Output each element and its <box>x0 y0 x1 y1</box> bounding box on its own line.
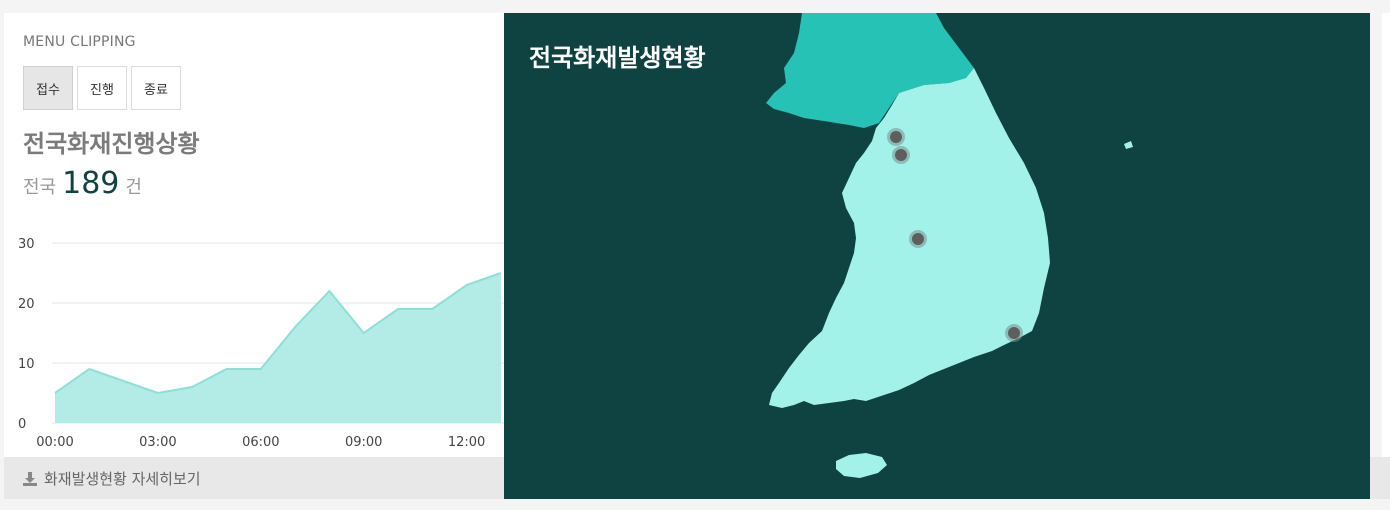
marker-2[interactable] <box>892 146 910 164</box>
data-point[interactable] <box>122 379 126 383</box>
download-icon <box>23 471 37 486</box>
count-prefix: 전국 <box>23 177 57 198</box>
data-point[interactable] <box>87 367 91 371</box>
left-panel: MENU CLIPPING 접수 진행 종료 전국화재진행상황 전국 189 건… <box>4 13 504 457</box>
marker-4[interactable] <box>1005 324 1023 342</box>
x-tick-label: 09:00 <box>345 435 382 450</box>
page-title: 전국화재진행상황 <box>23 130 200 158</box>
data-point[interactable] <box>362 331 366 335</box>
x-tick-label: 12:00 <box>448 435 485 450</box>
korea-map <box>766 13 1133 478</box>
fire-count: 전국 189 건 <box>23 166 142 201</box>
tab-received[interactable]: 접수 <box>23 66 73 110</box>
y-tick-label: 10 <box>18 357 35 372</box>
tab-closed[interactable]: 종료 <box>131 66 181 110</box>
data-point[interactable] <box>156 391 160 395</box>
tab-in-progress[interactable]: 진행 <box>77 66 127 110</box>
count-value: 189 <box>62 166 120 201</box>
data-point[interactable] <box>259 367 263 371</box>
map-islet <box>1124 141 1133 149</box>
marker-3[interactable] <box>909 230 927 248</box>
data-point[interactable] <box>499 271 503 275</box>
status-tabs: 접수 진행 종료 <box>23 66 181 110</box>
y-tick-label: 0 <box>18 417 26 432</box>
data-point[interactable] <box>53 391 57 395</box>
data-point[interactable] <box>465 283 469 287</box>
data-point[interactable] <box>327 289 331 293</box>
data-point[interactable] <box>190 385 194 389</box>
count-suffix: 건 <box>125 177 142 198</box>
data-point[interactable] <box>225 367 229 371</box>
data-point[interactable] <box>293 325 297 329</box>
data-point[interactable] <box>430 307 434 311</box>
map-panel: 전국화재발생현황 <box>504 13 1370 499</box>
x-tick-label: 00:00 <box>36 435 73 450</box>
fire-area-chart: 0 10 20 30 00:00 03:00 06:00 09:00 12:00 <box>18 237 504 450</box>
y-tick-label: 20 <box>18 297 35 312</box>
data-point[interactable] <box>396 307 400 311</box>
right-edge-strip <box>1382 13 1390 457</box>
map-island-jeju <box>836 453 887 478</box>
x-tick-label: 03:00 <box>139 435 176 450</box>
detail-link[interactable]: 화재발생현황 자세히보기 <box>22 468 201 489</box>
marker-1[interactable] <box>887 128 905 146</box>
y-tick-label: 30 <box>18 237 35 252</box>
detail-link-label: 화재발생현황 자세히보기 <box>44 470 201 488</box>
x-tick-label: 06:00 <box>242 435 279 450</box>
menu-title: MENU CLIPPING <box>23 34 136 50</box>
map-title: 전국화재발생현황 <box>529 44 706 72</box>
